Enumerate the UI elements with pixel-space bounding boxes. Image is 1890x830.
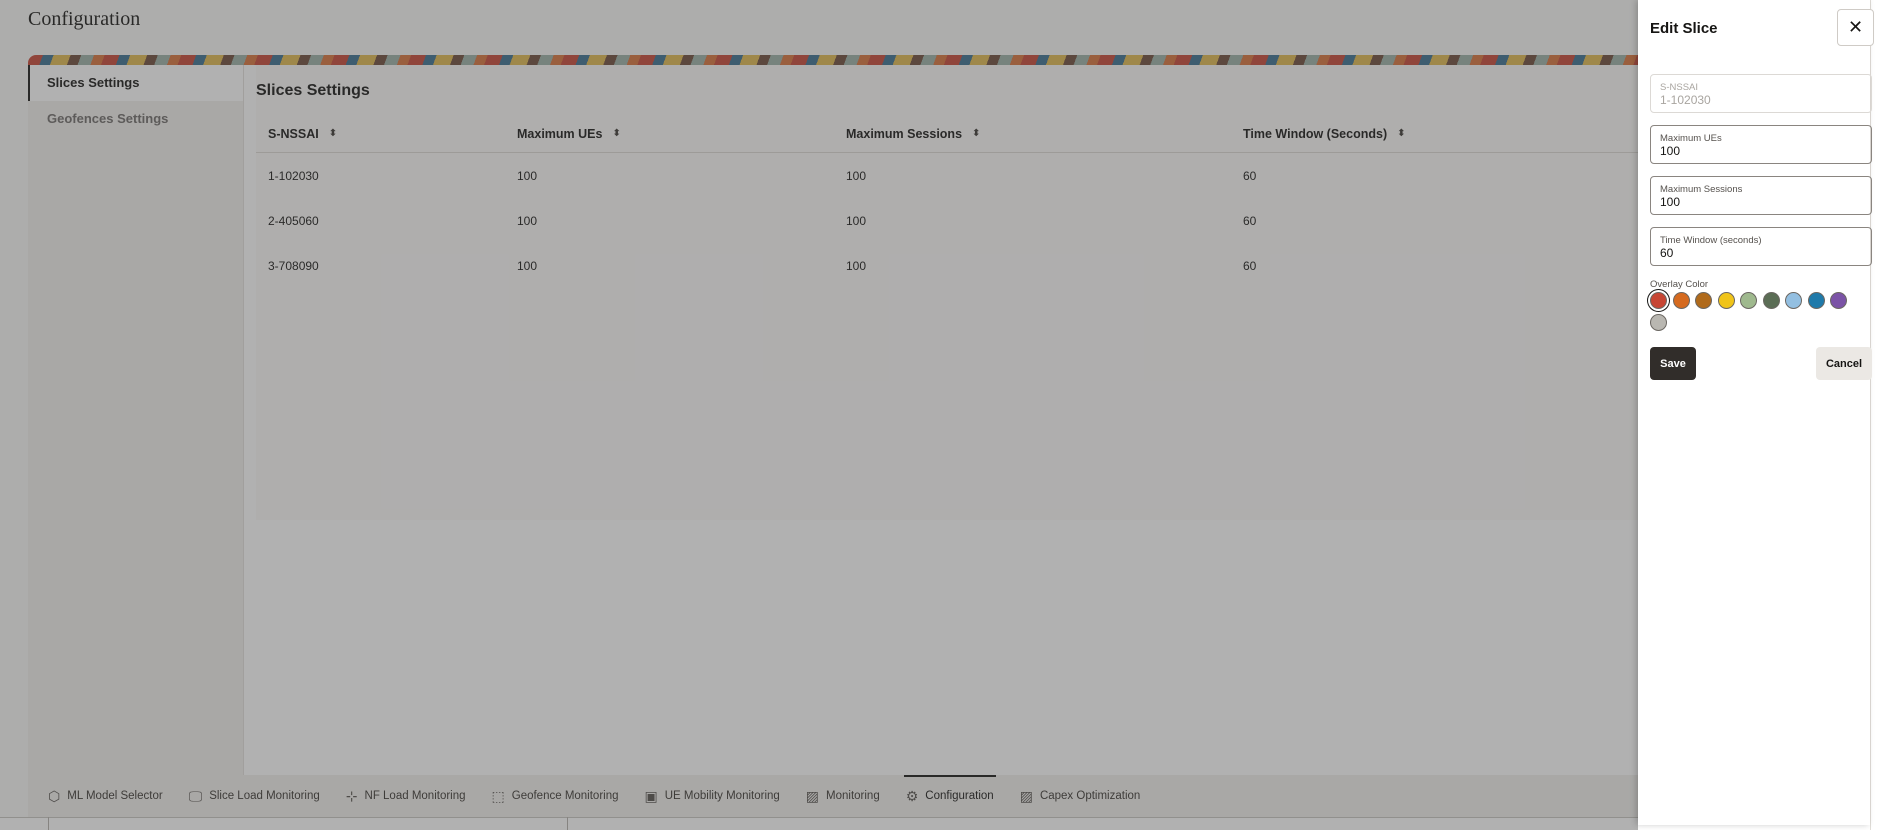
color-swatch[interactable] xyxy=(1717,292,1735,309)
color-swatch[interactable] xyxy=(1740,292,1757,309)
drawer-title: Edit Slice xyxy=(1650,20,1718,37)
cancel-button[interactable]: Cancel xyxy=(1816,347,1872,380)
time-window-field[interactable]: Time Window (seconds) 60 xyxy=(1650,227,1872,266)
color-swatch[interactable] xyxy=(1762,292,1780,309)
color-swatch[interactable] xyxy=(1830,292,1847,309)
close-button[interactable]: ✕ xyxy=(1837,9,1874,46)
color-swatch[interactable] xyxy=(1650,314,1667,331)
color-swatch[interactable] xyxy=(1785,292,1802,309)
snssai-field: S-NSSAI 1-102030 xyxy=(1650,74,1872,113)
color-swatch[interactable] xyxy=(1650,292,1667,309)
modal-scrim[interactable] xyxy=(0,0,1638,830)
overlay-color-picker xyxy=(1650,292,1872,336)
edit-slice-drawer: Edit Slice ✕ S-NSSAI 1-102030 Maximum UE… xyxy=(1638,0,1874,825)
save-button[interactable]: Save xyxy=(1650,347,1696,380)
color-swatch[interactable] xyxy=(1672,292,1690,309)
close-icon: ✕ xyxy=(1847,17,1864,37)
max-sessions-field[interactable]: Maximum Sessions 100 xyxy=(1650,176,1872,215)
color-swatch[interactable] xyxy=(1807,292,1825,309)
overlay-color-label: Overlay Color xyxy=(1650,279,1709,290)
page-edge-strip xyxy=(1870,0,1890,830)
max-ues-field[interactable]: Maximum UEs 100 xyxy=(1650,125,1872,164)
color-swatch[interactable] xyxy=(1695,292,1712,309)
